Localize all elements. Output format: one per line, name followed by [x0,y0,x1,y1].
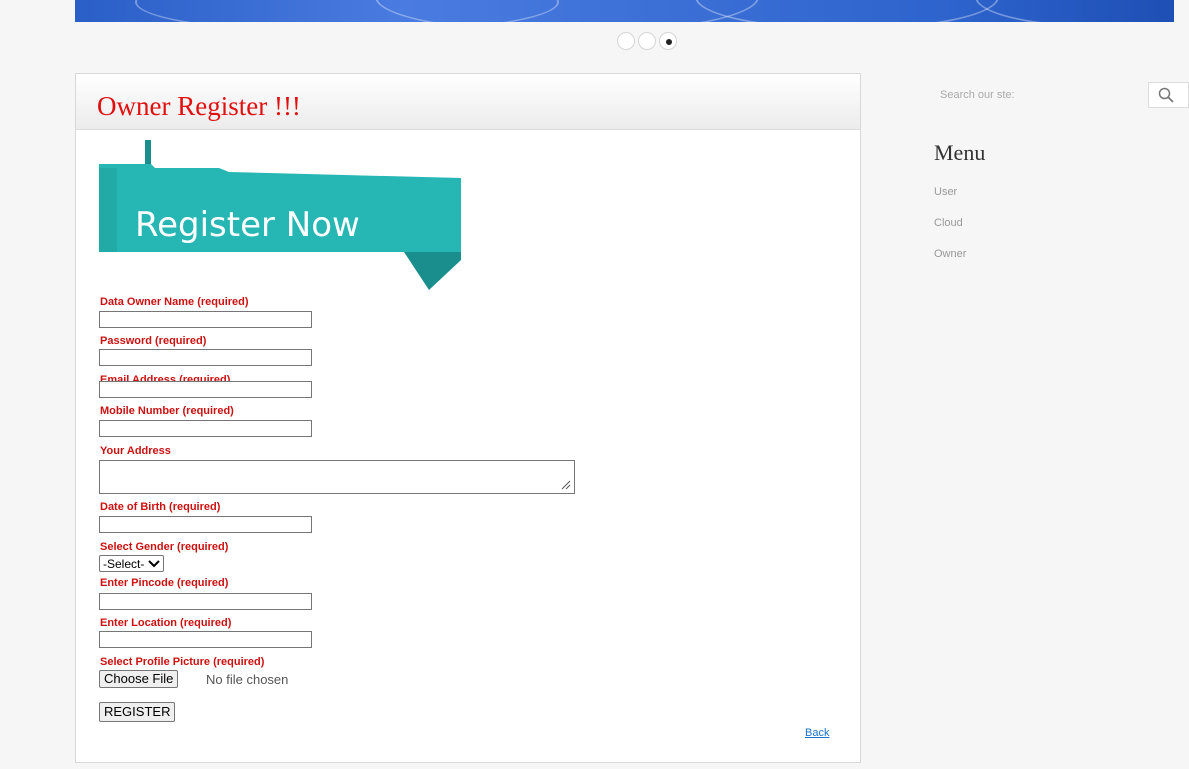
header-banner-image [75,0,1174,22]
address-textarea[interactable] [99,460,575,494]
gender-select[interactable]: -Select- [99,555,165,572]
picture-label: Select Profile Picture (required) [100,656,265,668]
carousel-dot-2[interactable] [638,32,656,50]
dob-input[interactable] [99,516,312,533]
gender-label: Select Gender (required) [100,541,229,553]
search-button[interactable] [1148,82,1189,108]
register-now-ribbon-image: Register Now [99,140,461,290]
resize-grip-icon[interactable] [561,480,571,490]
location-input[interactable] [99,631,312,648]
mobile-label: Mobile Number (required) [100,405,234,417]
chevron-down-icon [148,559,161,567]
register-panel: Owner Register !!! Register Now Data Own… [75,73,861,763]
pincode-label: Enter Pincode (required) [100,577,229,589]
file-status-text: No file chosen [206,672,289,687]
register-button[interactable]: REGISTER [99,702,176,722]
carousel-dot-3[interactable] [659,32,677,50]
pincode-input[interactable] [99,593,312,610]
search-label: Search our ste: [940,89,1015,101]
menu-title: Menu [934,140,986,165]
page-title: Owner Register !!! [97,91,301,121]
carousel-pagination [617,32,677,50]
menu-item-owner[interactable]: Owner [934,248,966,260]
back-link[interactable]: Back [805,727,829,739]
search-icon [1158,87,1174,103]
owner-name-input[interactable] [99,311,312,328]
mobile-input[interactable] [99,420,312,437]
gender-selected-value: -Select- [103,556,145,571]
location-label: Enter Location (required) [100,617,232,629]
dob-label: Date of Birth (required) [100,501,221,513]
owner-name-label: Data Owner Name (required) [100,296,249,308]
password-input[interactable] [99,349,312,366]
choose-file-button[interactable]: Choose File [99,670,179,688]
menu-item-user[interactable]: User [934,186,957,198]
email-input[interactable] [99,381,312,398]
carousel-dot-1[interactable] [617,32,635,50]
address-label: Your Address [100,445,171,457]
menu-item-cloud[interactable]: Cloud [934,217,963,229]
ribbon-text: Register Now [135,205,360,245]
password-label: Password (required) [100,335,207,347]
